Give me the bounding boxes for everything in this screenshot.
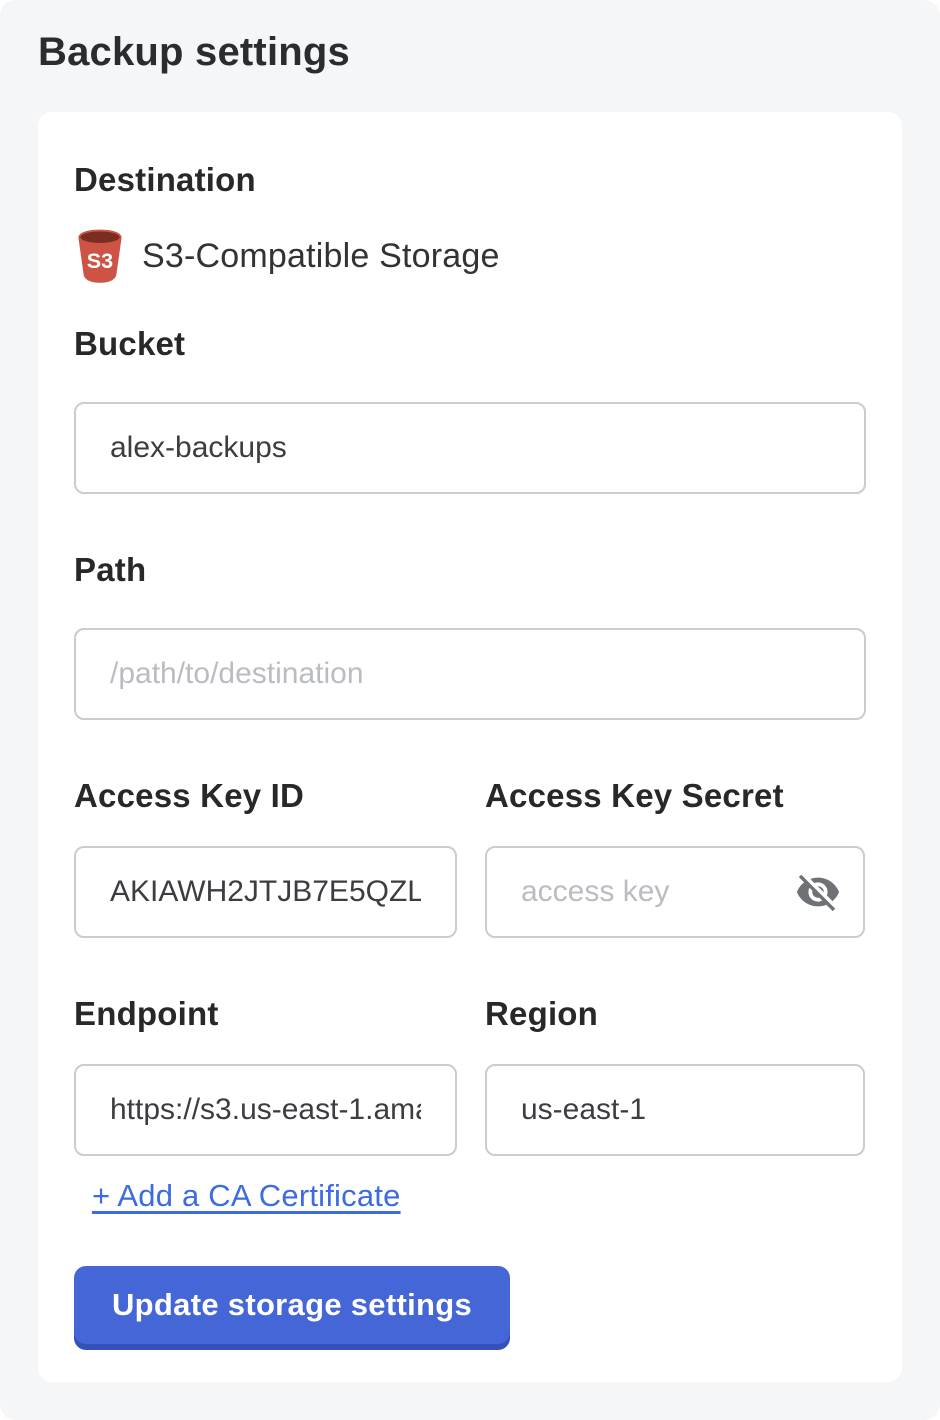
destination-value-row: S3 S3-Compatible Storage xyxy=(74,228,866,284)
backup-settings-page: Backup settings Destination S3 S3-Compat… xyxy=(0,0,940,1420)
region-input[interactable] xyxy=(485,1064,865,1156)
endpoint-label: Endpoint xyxy=(74,994,457,1034)
eye-off-icon[interactable] xyxy=(795,869,841,915)
bucket-input[interactable] xyxy=(74,402,866,494)
s3-bucket-icon: S3 xyxy=(74,228,126,284)
access-key-id-field: Access Key ID xyxy=(74,776,457,938)
destination-label: Destination xyxy=(74,160,866,200)
page-title: Backup settings xyxy=(38,30,902,74)
path-input[interactable] xyxy=(74,628,866,720)
bucket-label: Bucket xyxy=(74,324,866,364)
region-label: Region xyxy=(485,994,865,1034)
access-key-id-label: Access Key ID xyxy=(74,776,457,816)
access-key-id-input[interactable] xyxy=(74,846,457,938)
endpoint-region-row: Endpoint Region xyxy=(74,994,866,1156)
path-label: Path xyxy=(74,550,866,590)
backup-settings-card: Destination S3 S3-Compatible Storage Buc… xyxy=(38,112,902,1382)
svg-text:S3: S3 xyxy=(87,248,113,273)
access-key-secret-label: Access Key Secret xyxy=(485,776,865,816)
endpoint-input[interactable] xyxy=(74,1064,457,1156)
access-keys-row: Access Key ID Access Key Secret xyxy=(74,776,866,938)
add-ca-certificate-link[interactable]: + Add a CA Certificate xyxy=(92,1178,401,1214)
region-field: Region xyxy=(485,994,865,1156)
destination-value: S3-Compatible Storage xyxy=(142,237,500,276)
update-storage-settings-button[interactable]: Update storage settings xyxy=(74,1266,510,1344)
endpoint-field: Endpoint xyxy=(74,994,457,1156)
access-key-secret-field: Access Key Secret xyxy=(485,776,865,938)
